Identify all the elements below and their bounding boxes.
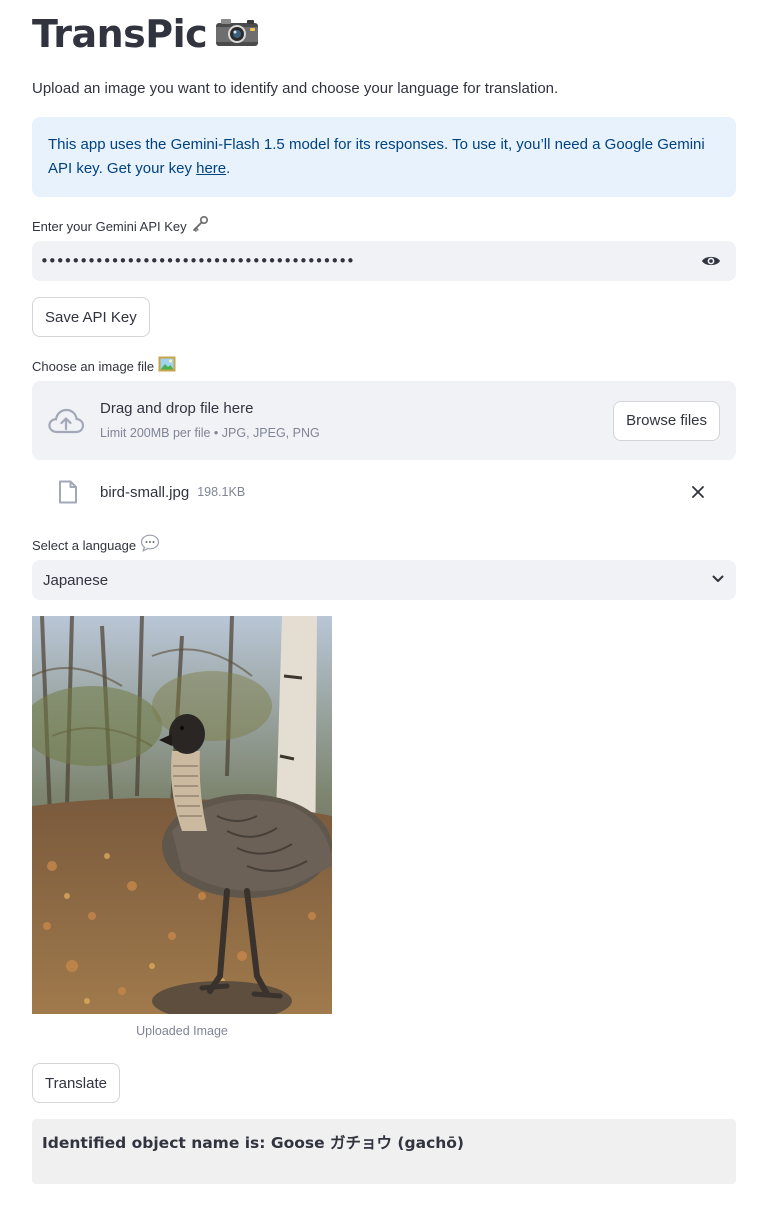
language-label-text: Select a language (32, 537, 137, 553)
get-key-link[interactable]: here (196, 160, 226, 177)
eye-icon[interactable] (694, 244, 728, 278)
dropzone-limit: Limit 200MB per file • JPG, JPEG, PNG (100, 426, 320, 440)
uploaded-image (32, 616, 332, 1014)
api-key-label: Enter your Gemini API Key (32, 215, 209, 238)
file-dropzone[interactable]: Drag and drop file here Limit 200MB per … (32, 381, 736, 460)
info-suffix: . (226, 160, 231, 177)
browse-files-button[interactable]: Browse files (613, 400, 720, 441)
remove-file-icon[interactable] (684, 478, 712, 506)
speech-bubble-icon (140, 534, 160, 557)
app-page: TransPic Upload an image you want to ide… (0, 0, 771, 1207)
result-text: Identified object name is: Goose ガチョウ (g… (42, 1134, 465, 1152)
api-key-field (32, 241, 736, 281)
upload-label-text: Choose an image file (32, 358, 155, 374)
page-title: TransPic (32, 10, 259, 58)
cloud-upload-icon (48, 403, 84, 439)
camera-icon (215, 10, 259, 58)
language-select[interactable]: Japanese (32, 560, 736, 600)
file-size: 198.1KB (197, 485, 246, 499)
save-api-key-button[interactable]: Save API Key (32, 297, 150, 337)
language-selected-value: Japanese (43, 571, 109, 589)
page-subtitle: Upload an image you want to identify and… (32, 80, 559, 97)
dropzone-instruction: Drag and drop file here (100, 400, 254, 417)
result-box: Identified object name is: Goose ガチョウ (g… (32, 1119, 736, 1184)
page-title-text: TransPic (32, 12, 208, 56)
image-caption: Uploaded Image (136, 1024, 228, 1038)
info-box: This app uses the Gemini-Flash 1.5 model… (32, 117, 736, 197)
key-icon (191, 215, 209, 238)
uploaded-file-item: bird-small.jpg 198.1KB (32, 470, 736, 514)
file-icon (56, 480, 80, 504)
file-name: bird-small.jpg (100, 483, 190, 501)
info-text: This app uses the Gemini-Flash 1.5 model… (48, 136, 705, 177)
chevron-down-icon (711, 571, 725, 589)
framed-picture-icon (158, 355, 176, 378)
api-key-label-text: Enter your Gemini API Key (32, 218, 187, 234)
language-label: Select a language (32, 534, 160, 557)
dropzone-text: Drag and drop file here Limit 200MB per … (100, 399, 613, 442)
translate-button[interactable]: Translate (32, 1063, 120, 1103)
api-key-input[interactable] (40, 252, 694, 270)
upload-label: Choose an image file (32, 355, 176, 378)
